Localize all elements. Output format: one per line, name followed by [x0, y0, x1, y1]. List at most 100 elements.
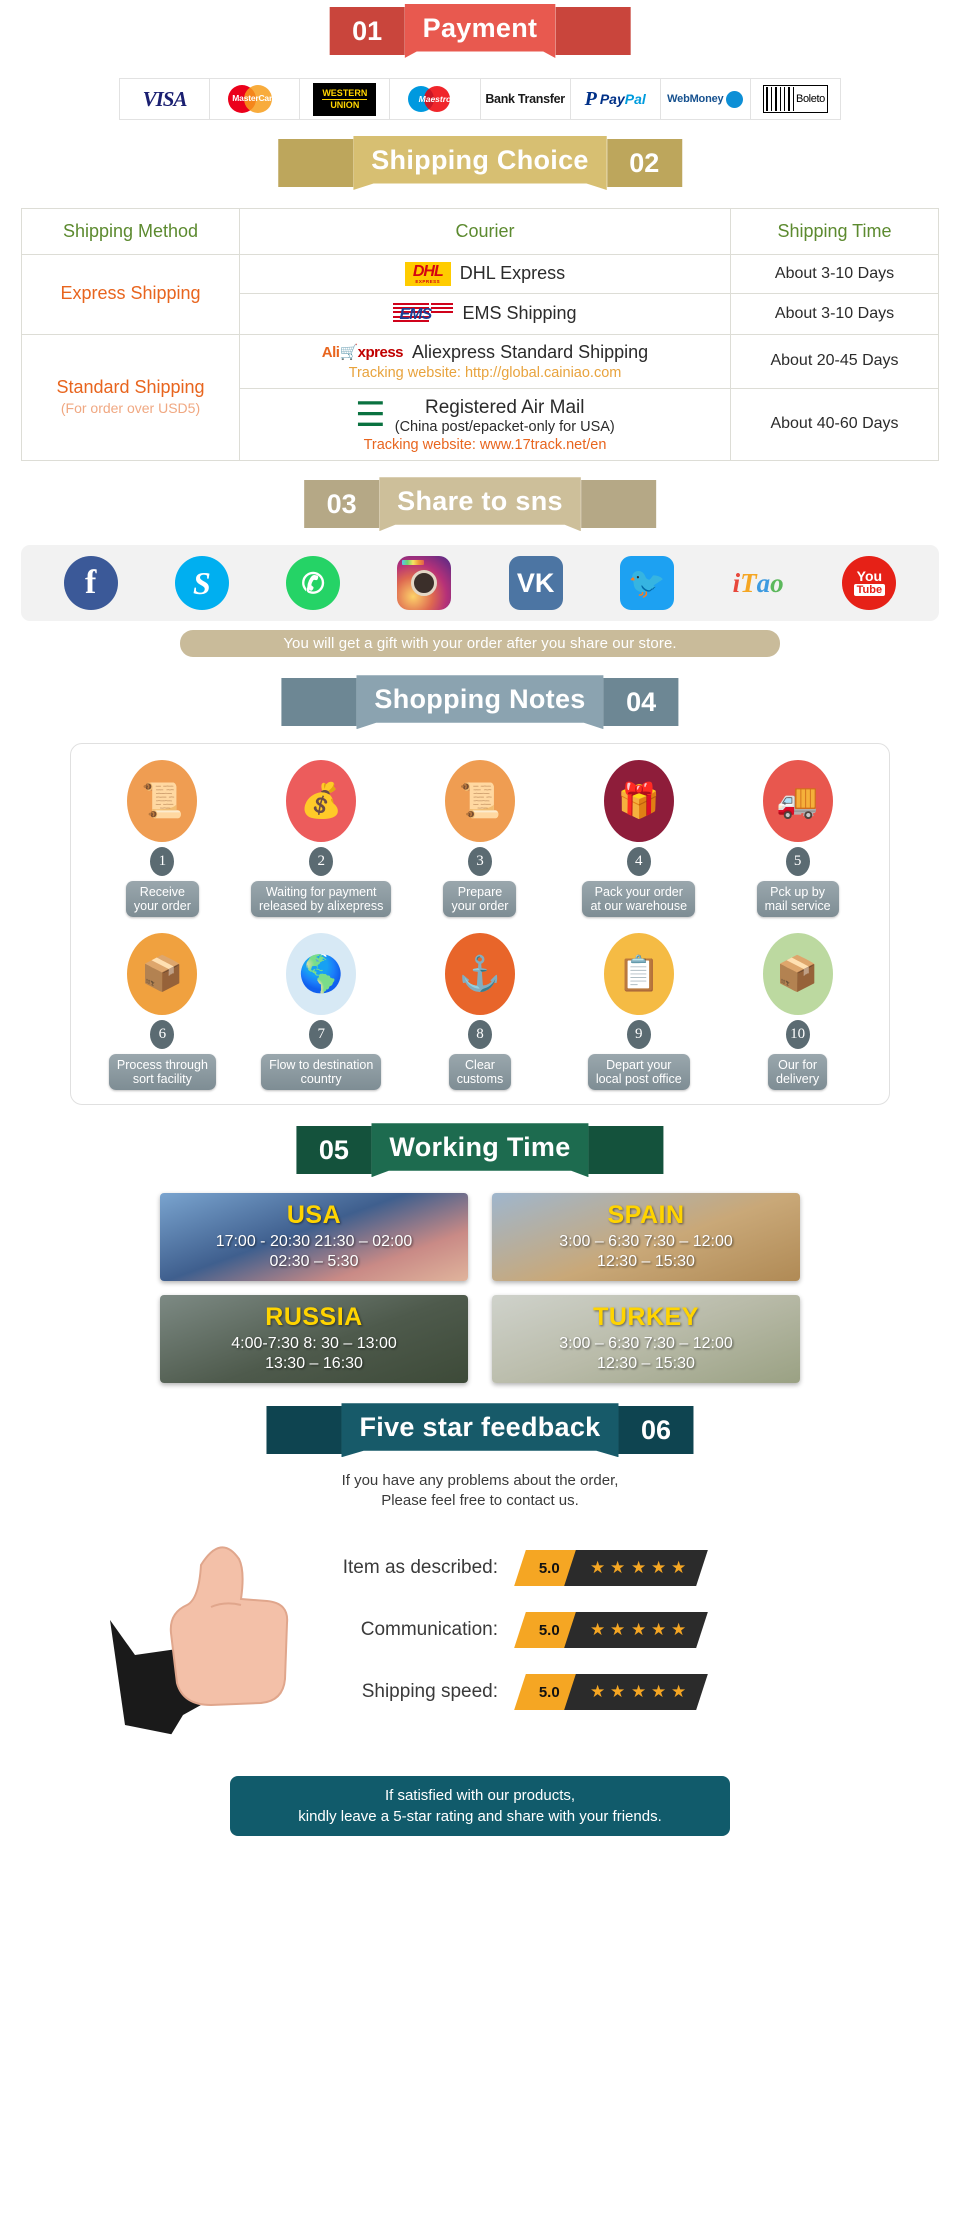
ribbon-number: 02 — [629, 147, 660, 178]
note-step-3: 📜 3 Prepare your order — [404, 760, 556, 918]
ribbon-tail-right — [588, 1126, 664, 1175]
ribbon-tail-right — [555, 7, 631, 55]
courier-aliexpress: Ali🛒xpress Aliexpress Standard Shipping … — [239, 333, 731, 389]
section-header-shipping: Shipping Choice 02 — [0, 132, 960, 194]
ribbon-shipping: Shipping Choice 02 — [278, 136, 682, 190]
document-hand-icon: 📜 — [444, 760, 515, 843]
ribbon-feedback: Five star feedback 06 — [266, 1403, 694, 1458]
ribbon-core: Share to sns — [379, 477, 581, 532]
feedback-intro: If you have any problems about the order… — [341, 1472, 619, 1510]
shipping-time-ems: About 3-10 Days — [730, 292, 939, 335]
payment-method-western-union: WESTERN UNION — [300, 79, 391, 119]
shipping-method-standard: Standard Shipping (For order over USD5) — [21, 333, 240, 462]
rating-stars: ★ ★ ★ ★ ★ — [564, 1612, 709, 1649]
anchor-icon: ⚓ — [444, 933, 515, 1016]
parcel-icon: 📦 — [762, 933, 833, 1016]
gift-box-icon: 🎁 — [603, 760, 674, 843]
country-name: USA — [286, 1200, 342, 1229]
rating-row-item-as-described: Item as described: 5.0 ★ ★ ★ ★ ★ — [290, 1537, 910, 1599]
thumbs-up-illustration — [105, 1546, 289, 1754]
column-header-time: Shipping Time — [730, 208, 939, 255]
shopping-notes-box: 📜 1 Receive your order 💰 2 Waiting for pa… — [70, 743, 890, 1106]
note-step-5: 🚚 5 Pck up by mail service — [722, 760, 874, 918]
courier-ems: EMS EMS Shipping — [239, 292, 731, 335]
country-hours: 17:00 - 20:30 21:30 – 02:00 02:30 – 5:30 — [215, 1232, 413, 1270]
itao-icon[interactable]: iTao — [731, 556, 785, 610]
rating-label: Item as described: — [342, 1557, 498, 1579]
table-row: Standard Shipping (For order over USD5) … — [21, 333, 939, 462]
country-hours: 3:00 – 6:30 7:30 – 12:00 12:30 – 15:30 — [559, 1334, 733, 1372]
rating-list: Item as described: 5.0 ★ ★ ★ ★ ★ Communicati… — [290, 1537, 910, 1723]
money-bag-icon: 💰 — [286, 760, 357, 843]
ribbon-tail-right: 02 — [606, 139, 682, 187]
country-hours: 4:00-7:30 8: 30 – 13:00 13:30 – 16:30 — [231, 1334, 397, 1372]
ribbon-tail-right: 06 — [618, 1406, 694, 1455]
ribbon-tail-left — [281, 678, 357, 727]
skype-icon[interactable]: S — [174, 556, 229, 611]
note-label: Flow to destination country — [261, 1054, 382, 1091]
rating-row-communication: Communication: 5.0 ★ ★ ★ ★ ★ — [290, 1599, 910, 1661]
ribbon-number: 03 — [326, 488, 357, 519]
ribbon-number: 04 — [626, 686, 657, 717]
mastercard-icon: MasterCard — [224, 85, 286, 113]
ribbon-title: Working Time — [389, 1131, 571, 1162]
payment-method-bank-transfer: Bank Transfer — [480, 79, 571, 119]
ribbon-core: Working Time — [371, 1123, 589, 1178]
working-time-card-usa: USA 17:00 - 20:30 21:30 – 02:00 02:30 – 5… — [160, 1193, 468, 1282]
ribbon-tail-left: 01 — [329, 7, 405, 55]
ribbon-tail-left: 03 — [304, 480, 380, 529]
notes-row-first: 📜 1 Receive your order 💰 2 Waiting for pa… — [83, 760, 877, 918]
ribbon-tail-right: 04 — [603, 678, 679, 727]
ribbon-payment: 01 Payment — [329, 4, 631, 58]
note-step-1: 📜 1 Receive your order — [86, 760, 238, 918]
status-badge: 5.0 ★ ★ ★ ★ ★ — [514, 1550, 709, 1587]
bank-transfer-icon: Bank Transfer — [485, 92, 565, 106]
youtube-icon[interactable]: You Tube — [842, 556, 897, 611]
globe-icon: 🌎 — [286, 933, 357, 1016]
shipping-time-aliexpress: About 20-45 Days — [730, 333, 939, 389]
note-step-8: ⚓ 8 Clear customs — [404, 933, 556, 1091]
note-label: Process through sort facility — [108, 1054, 216, 1091]
payment-method-maestro: Maestro — [390, 79, 481, 119]
country-name: SPAIN — [607, 1200, 685, 1229]
webmoney-icon: WebMoney — [667, 90, 744, 108]
note-label: Pack your order at our warehouse — [582, 881, 696, 918]
western-union-icon: WESTERN UNION — [313, 82, 377, 116]
shipping-time-air-mail: About 40-60 Days — [730, 387, 939, 462]
ribbon-tail-left: 05 — [296, 1126, 372, 1175]
payment-method-paypal: P PayPal — [570, 79, 661, 119]
instagram-icon[interactable] — [397, 556, 452, 611]
note-step-10: 📦 10 Our for delivery — [722, 933, 874, 1091]
note-step-6: 📦 6 Process through sort facility — [86, 933, 238, 1091]
payment-method-webmoney: WebMoney — [660, 79, 751, 119]
vk-icon[interactable]: VK — [508, 556, 563, 611]
ribbon-core: Shipping Choice — [353, 136, 607, 190]
tracking-website-cainiao[interactable]: Tracking website: http://global.cainiao.… — [250, 365, 720, 381]
section-header-notes: Shopping Notes 04 — [0, 671, 960, 733]
postman-icon: 📋 — [603, 933, 674, 1016]
tracking-website-17track[interactable]: Tracking website: www.17track.net/en — [250, 437, 720, 453]
status-badge: 5.0 ★ ★ ★ ★ ★ — [514, 1674, 709, 1711]
ems-logo-icon: EMS — [393, 301, 454, 327]
rating-label: Shipping speed: — [361, 1681, 498, 1703]
section-header-working-time: 05 Working Time — [0, 1119, 960, 1181]
payment-method-visa: VISA — [120, 79, 211, 119]
note-label: Our for delivery — [768, 1054, 828, 1091]
ribbon-tail-left — [278, 139, 354, 187]
whatsapp-icon[interactable]: ✆ — [286, 556, 341, 611]
product-detail-page: 01 Payment VISA MasterCard WESTERN UNION — [0, 0, 960, 1837]
ribbon-core: Payment — [404, 4, 556, 58]
ribbon-tail-left — [266, 1406, 342, 1455]
footer-rating-note: If satisfied with our products, kindly le… — [230, 1776, 730, 1837]
country-name: TURKEY — [593, 1302, 699, 1331]
note-label: Clear customs — [448, 1054, 512, 1091]
working-time-card-russia: RUSSIA 4:00-7:30 8: 30 – 13:00 13:30 – 16… — [160, 1295, 468, 1384]
maestro-icon: Maestro — [406, 86, 464, 112]
boleto-icon: Boleto — [763, 85, 828, 113]
courier-dhl: DHL EXPRESS DHL Express — [239, 254, 731, 294]
status-badge: 5.0 ★ ★ ★ ★ ★ — [514, 1612, 709, 1649]
working-time-grid: USA 17:00 - 20:30 21:30 – 02:00 02:30 – 5… — [160, 1193, 800, 1384]
note-label: Depart your local post office — [587, 1054, 690, 1091]
facebook-icon[interactable]: f — [63, 556, 118, 611]
twitter-icon[interactable]: 🐦 — [619, 556, 674, 611]
